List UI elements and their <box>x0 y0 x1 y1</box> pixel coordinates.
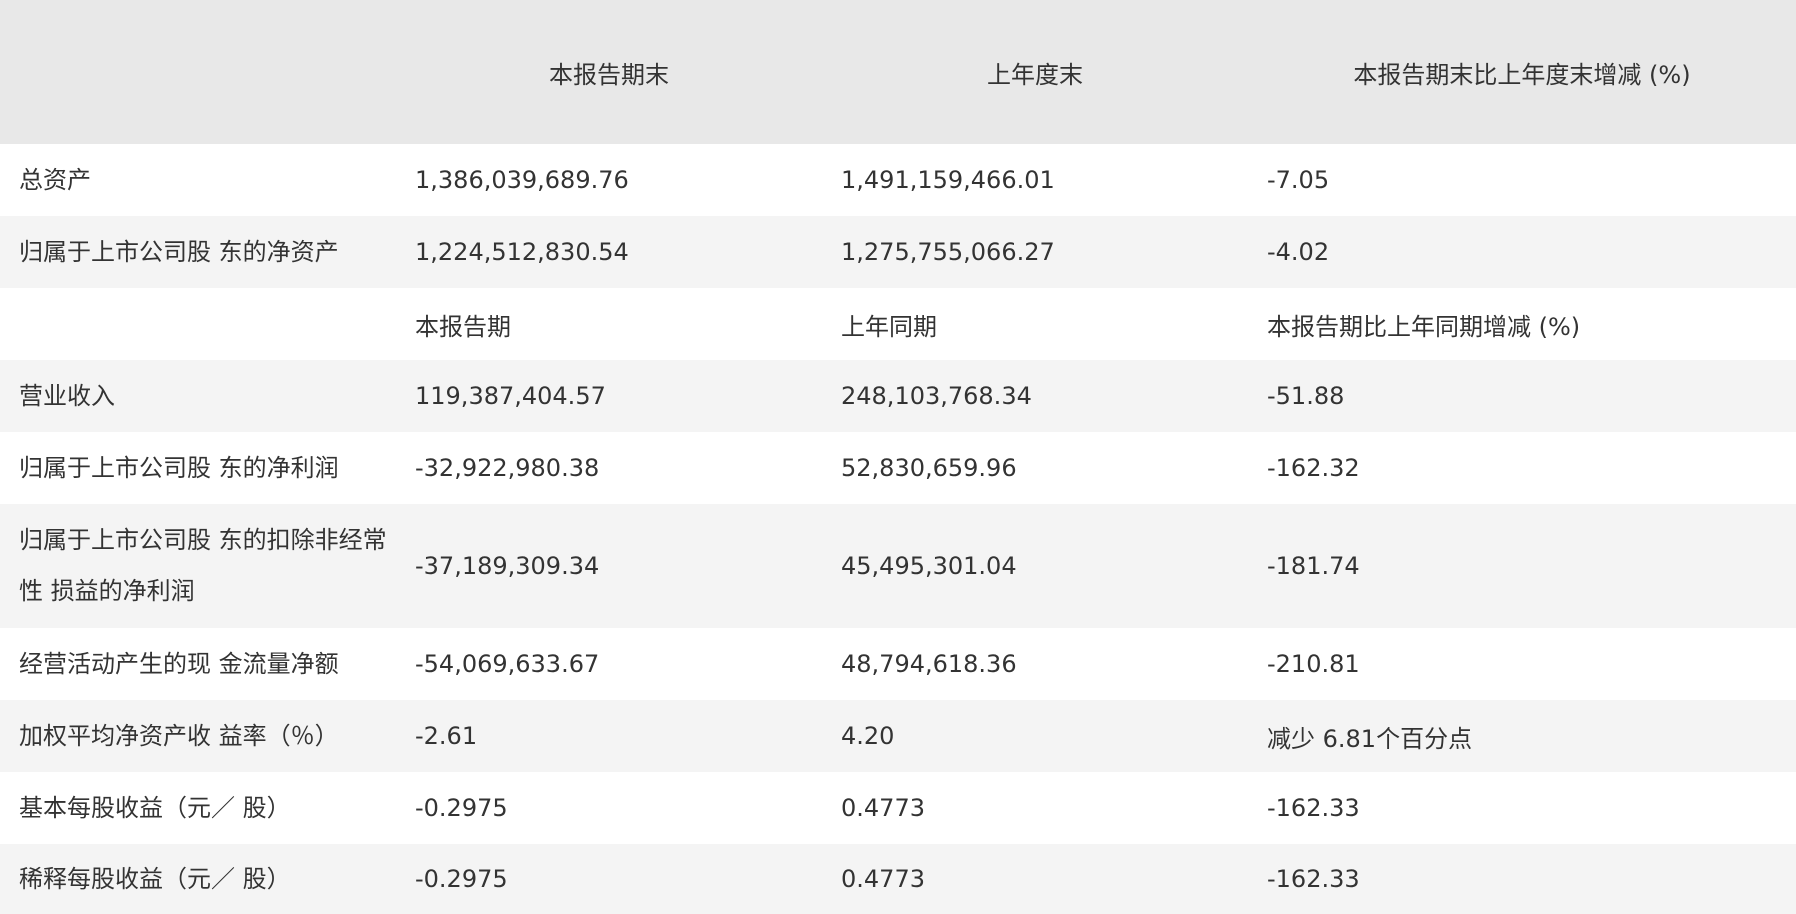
header-col-item <box>0 0 396 144</box>
financial-summary-table: 本报告期末 上年度末 本报告期末比上年度末增减 (%) 总资产 1,386,03… <box>0 0 1796 914</box>
row-label: 稀释每股收益（元／ 股） <box>19 864 291 893</box>
table-row: 加权平均净资产收 益率（％） -2.61 4.20 减少 6.81个百分点 <box>0 700 1796 772</box>
header-col-prior-year-end: 上年度末 <box>987 60 1083 89</box>
cell-value: 1,275,755,066.27 <box>841 238 1055 266</box>
cell-value: -32,922,980.38 <box>415 454 600 482</box>
header-col-current-period-end: 本报告期末 <box>549 60 669 89</box>
row-label: 总资产 <box>19 165 91 194</box>
subheader-row: 本报告期 上年同期 本报告期比上年同期增减 (%) <box>0 288 1796 360</box>
row-label <box>0 288 396 360</box>
table-body: 总资产 1,386,039,689.76 1,491,159,466.01 -7… <box>0 144 1796 914</box>
cell-value: 119,387,404.57 <box>415 382 606 410</box>
table-row: 归属于上市公司股 东的净资产 1,224,512,830.54 1,275,75… <box>0 216 1796 288</box>
row-label: 归属于上市公司股 东的净资产 <box>19 237 339 266</box>
cell-value: 1,224,512,830.54 <box>415 238 629 266</box>
table-row: 归属于上市公司股 东的净利润 -32,922,980.38 52,830,659… <box>0 432 1796 504</box>
row-label: 经营活动产生的现 金流量净额 <box>19 649 339 678</box>
row-label: 加权平均净资产收 益率（％） <box>19 721 339 750</box>
table-row: 总资产 1,386,039,689.76 1,491,159,466.01 -7… <box>0 144 1796 216</box>
cell-value: -162.33 <box>1267 865 1360 893</box>
financial-table-container: 本报告期末 上年度末 本报告期末比上年度末增减 (%) 总资产 1,386,03… <box>0 0 1796 914</box>
subheader-current-period: 本报告期 <box>415 312 511 341</box>
cell-value: -162.33 <box>1267 794 1360 822</box>
cell-value: 248,103,768.34 <box>841 382 1032 410</box>
cell-value: -51.88 <box>1267 382 1345 410</box>
cell-value: 45,495,301.04 <box>841 552 1017 580</box>
cell-value: 0.4773 <box>841 794 925 822</box>
cell-value: -4.02 <box>1267 238 1330 266</box>
cell-value: -210.81 <box>1267 650 1360 678</box>
header-col-change-percent: 本报告期末比上年度末增减 (%) <box>1353 60 1691 89</box>
cell-value: -181.74 <box>1267 552 1360 580</box>
table-row: 营业收入 119,387,404.57 248,103,768.34 -51.8… <box>0 360 1796 432</box>
cell-value: -37,189,309.34 <box>415 552 600 580</box>
cell-value: 0.4773 <box>841 865 925 893</box>
cell-value: -0.2975 <box>415 794 508 822</box>
cell-value: -0.2975 <box>415 865 508 893</box>
cell-value: -7.05 <box>1267 166 1330 194</box>
cell-value: -2.61 <box>415 722 478 750</box>
cell-value: -54,069,633.67 <box>415 650 600 678</box>
row-label: 基本每股收益（元／ 股） <box>19 793 291 822</box>
cell-value: 1,491,159,466.01 <box>841 166 1055 194</box>
subheader-prior-year-same-period: 上年同期 <box>841 312 937 341</box>
table-row: 归属于上市公司股 东的扣除非经常性 损益的净利润 -37,189,309.34 … <box>0 504 1796 628</box>
cell-value: 减少 6.81个百分点 <box>1267 724 1473 753</box>
cell-value: 48,794,618.36 <box>841 650 1017 678</box>
cell-value: 4.20 <box>841 722 895 750</box>
table-row: 经营活动产生的现 金流量净额 -54,069,633.67 48,794,618… <box>0 628 1796 700</box>
subheader-change-percent: 本报告期比上年同期增减 (%) <box>1267 312 1581 341</box>
row-label: 归属于上市公司股 东的净利润 <box>19 453 339 482</box>
cell-value: 1,386,039,689.76 <box>415 166 629 194</box>
row-label: 归属于上市公司股 东的扣除非经常性 损益的净利润 <box>19 526 387 605</box>
table-row: 基本每股收益（元／ 股） -0.2975 0.4773 -162.33 <box>0 772 1796 844</box>
table-row: 稀释每股收益（元／ 股） -0.2975 0.4773 -162.33 <box>0 844 1796 914</box>
cell-value: 52,830,659.96 <box>841 454 1017 482</box>
table-header: 本报告期末 上年度末 本报告期末比上年度末增减 (%) <box>0 0 1796 144</box>
header-row: 本报告期末 上年度末 本报告期末比上年度末增减 (%) <box>0 0 1796 144</box>
cell-value: -162.32 <box>1267 454 1360 482</box>
row-label: 营业收入 <box>19 381 115 410</box>
